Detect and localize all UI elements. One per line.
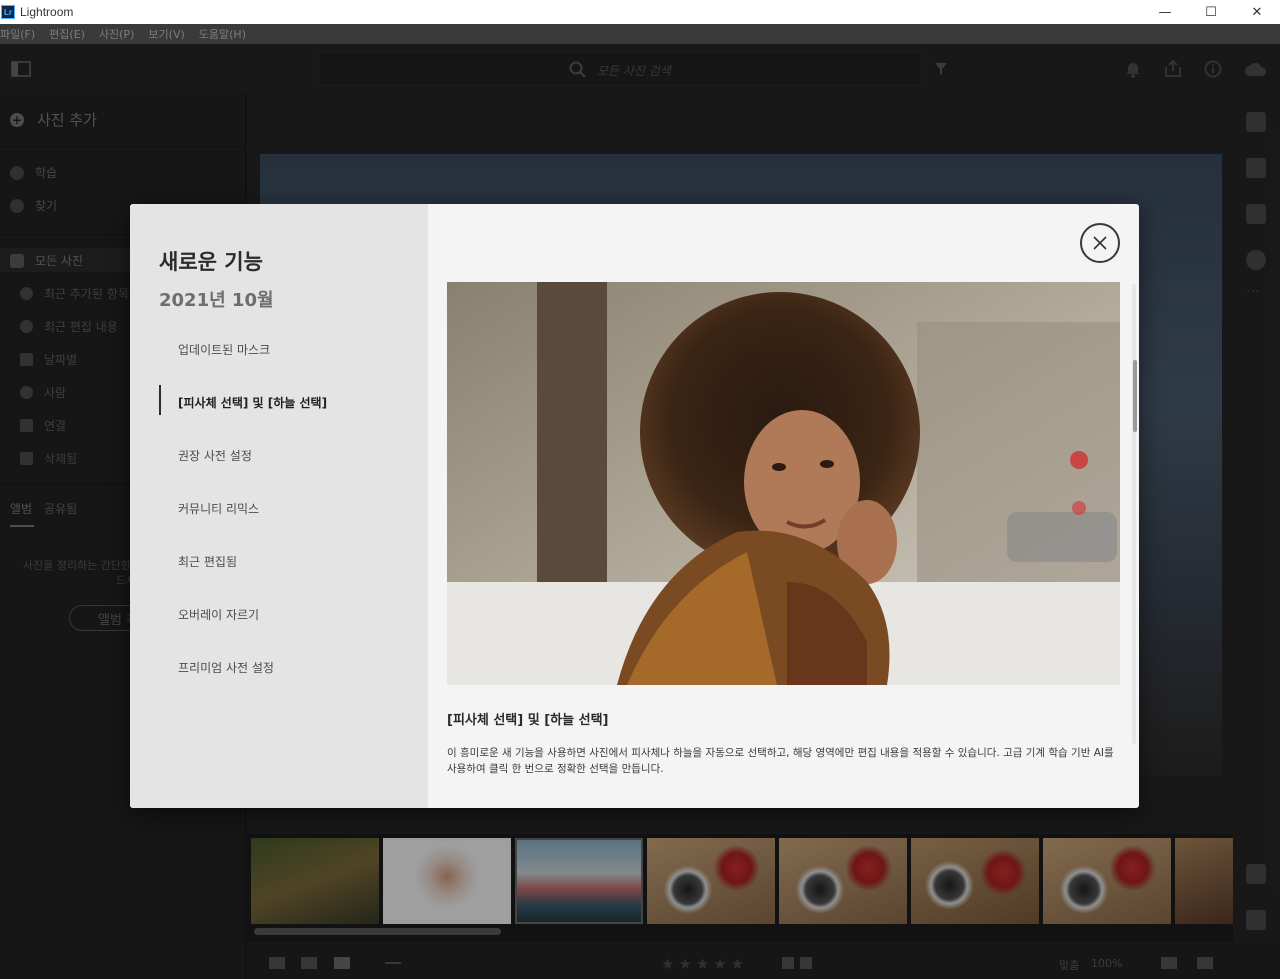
- menu-help[interactable]: 도움말(H): [199, 26, 246, 42]
- close-window-button[interactable]: ✕: [1234, 0, 1280, 24]
- feature-description: 이 흥미로운 새 기능을 사용하면 사진에서 피사체나 하늘을 자동으로 선택하…: [447, 747, 1114, 775]
- close-icon: [1093, 236, 1107, 250]
- dialog-scroll-track[interactable]: [1132, 284, 1136, 744]
- menu-photo[interactable]: 사진(P): [99, 26, 134, 42]
- menu-edit[interactable]: 편집(E): [49, 26, 85, 42]
- maximize-button[interactable]: ☐: [1188, 0, 1234, 24]
- feature-illustration: [447, 282, 1120, 685]
- window-title: Lightroom: [20, 5, 74, 19]
- window-controls: — ☐ ✕: [1142, 0, 1280, 24]
- window-titlebar: Lr Lightroom — ☐ ✕: [0, 0, 1280, 24]
- menu-file[interactable]: 파일(F): [0, 26, 35, 42]
- nav-community-remix[interactable]: 커뮤니티 리믹스: [178, 500, 259, 517]
- nav-premium-presets[interactable]: 프리미엄 사전 설정: [178, 659, 274, 676]
- whats-new-dialog: 새로운 기능 2021년 10월 업데이트된 마스크 [피사체 선택] 및 [하…: [130, 204, 1139, 808]
- menu-view[interactable]: 보기(V): [148, 26, 184, 42]
- lightroom-logo-icon: Lr: [1, 5, 15, 19]
- nav-crop-overlay[interactable]: 오버레이 자르기: [178, 606, 259, 623]
- dialog-date: 2021년 10월: [159, 290, 274, 311]
- dialog-scroll-thumb[interactable]: [1133, 360, 1137, 432]
- nav-recently-edited[interactable]: 최근 편집됨: [178, 553, 237, 570]
- feature-heading: [피사체 선택] 및 [하늘 선택]: [447, 713, 609, 728]
- whats-new-sidebar: 새로운 기능 2021년 10월 업데이트된 마스크 [피사체 선택] 및 [하…: [130, 204, 428, 808]
- menu-bar: 파일(F) 편집(E) 사진(P) 보기(V) 도움말(H): [0, 24, 1280, 44]
- active-nav-indicator: [159, 385, 161, 415]
- nav-select-subject-sky[interactable]: [피사체 선택] 및 [하늘 선택]: [178, 394, 327, 411]
- minimize-button[interactable]: —: [1142, 0, 1188, 24]
- nav-recommended-presets[interactable]: 권장 사전 설정: [178, 447, 252, 464]
- nav-updated-masks[interactable]: 업데이트된 마스크: [178, 341, 270, 358]
- close-dialog-button[interactable]: [1080, 223, 1120, 263]
- dialog-title: 새로운 기능: [159, 250, 263, 274]
